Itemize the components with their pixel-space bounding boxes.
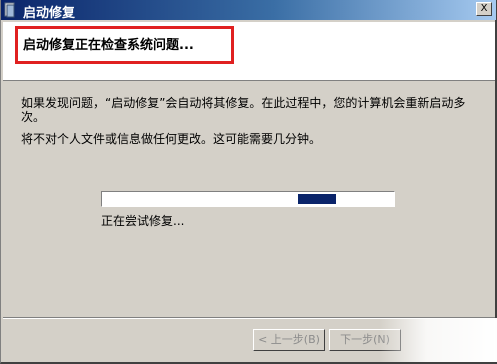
description-text: 如果发现问题，“启动修复”会自动将其修复。在此过程中，您的计算机会重新启动多次。: [21, 96, 466, 124]
progress-status-text: 正在尝试修复...: [101, 214, 185, 228]
page-title: 启动修复正在检查系统问题...: [23, 38, 194, 53]
back-button[interactable]: < 上一步(B): [253, 329, 325, 351]
progress-bar: [101, 191, 395, 207]
window-title: 启动修复: [23, 6, 76, 21]
close-button[interactable]: X: [476, 2, 492, 16]
header-panel: 启动修复正在检查系统问题...: [3, 22, 495, 81]
progress-marquee-chunk: [298, 194, 336, 204]
notice-text: 将不对个人文件或信息做任何更改。这可能需要几分钟。: [21, 132, 322, 146]
corner-glow: [379, 318, 497, 362]
close-icon: X: [480, 3, 488, 14]
startup-repair-icon: [4, 2, 18, 18]
startup-repair-window: 启动修复 X 启动修复正在检查系统问题... 如果发现问题，“启动修复”会自动将…: [0, 0, 497, 364]
title-bar[interactable]: 启动修复 X: [1, 0, 496, 21]
